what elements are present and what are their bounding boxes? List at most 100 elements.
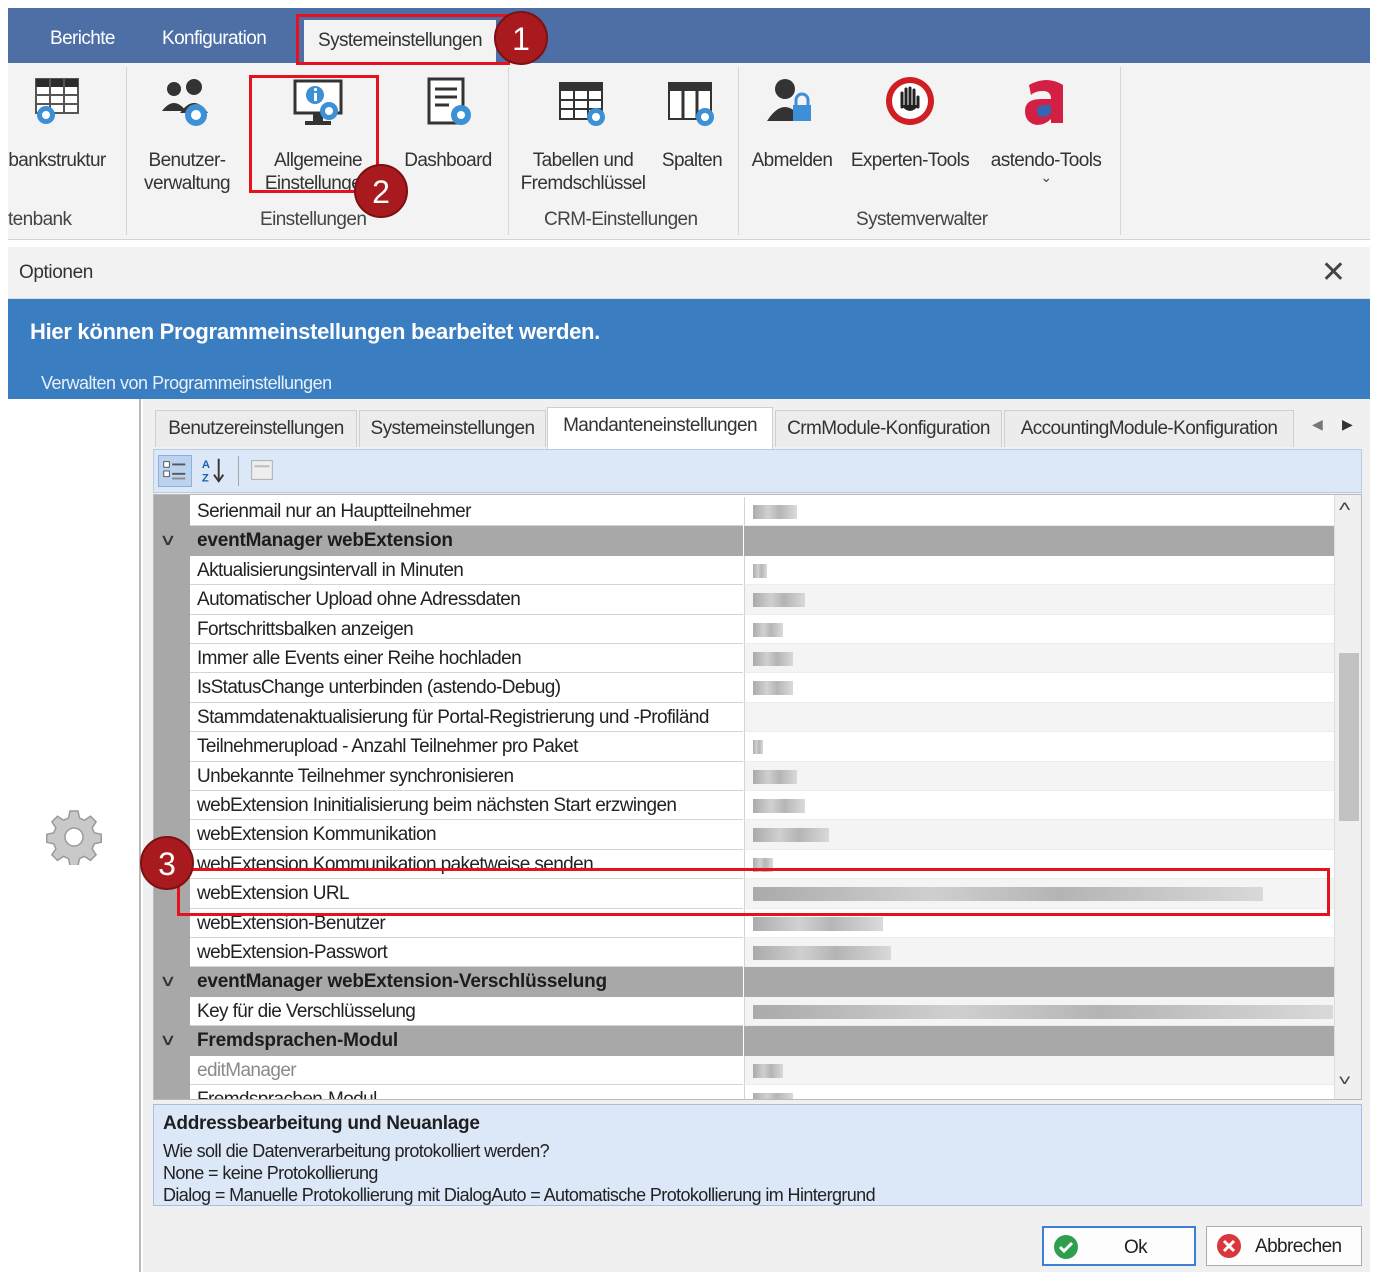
chevron-down-icon[interactable]: ∨ xyxy=(159,1030,177,1050)
property-name: webExtension-Passwort xyxy=(190,938,743,968)
cancel-button[interactable]: Abbrechen xyxy=(1206,1226,1362,1266)
property-name: Immer alle Events einer Reihe hochladen xyxy=(190,644,743,674)
property-value[interactable] xyxy=(744,732,1334,762)
tabellen-label-1: Tabellen und xyxy=(532,150,634,171)
group-separator xyxy=(1120,67,1121,235)
tabellen-label-2: Fremdschlüssel xyxy=(520,173,646,194)
chevron-down-icon[interactable]: ⌄ xyxy=(984,170,1108,184)
property-value[interactable] xyxy=(744,644,1334,674)
bankstruktur-button[interactable]: bankstruktur xyxy=(8,75,112,172)
property-value[interactable] xyxy=(744,1055,1334,1085)
category-row[interactable]: ∨ eventManager webExtension-Verschlüsselu… xyxy=(154,967,1334,997)
annotation-badge-3: 3 xyxy=(140,836,194,890)
property-value[interactable] xyxy=(744,791,1334,821)
tabellen-fremdschluessel-button[interactable]: Tabellen und Fremdschlüssel xyxy=(516,75,650,195)
description-line: Dialog = Manuelle Protokollierung mit Di… xyxy=(163,1185,876,1205)
property-value xyxy=(744,526,1334,556)
redacted-value xyxy=(753,1004,1333,1019)
tab-crmmodule-konfiguration[interactable]: CrmModule-Konfiguration xyxy=(775,410,1002,447)
scroll-thumb[interactable] xyxy=(1339,653,1359,821)
property-row[interactable]: Serienmail nur an Hauptteilnehmer xyxy=(154,497,1334,527)
property-value[interactable] xyxy=(744,673,1334,703)
tab-systemeinstellungen-dialog[interactable]: Systemeinstellungen xyxy=(359,410,546,447)
property-row[interactable]: IsStatusChange unterbinden (astendo-Debu… xyxy=(154,673,1334,703)
categorized-view-icon[interactable] xyxy=(158,455,192,487)
tab-konfiguration[interactable]: Konfiguration xyxy=(162,8,267,63)
spalten-button[interactable]: Spalten xyxy=(654,75,730,172)
property-value[interactable] xyxy=(744,996,1334,1027)
tab-berichte[interactable]: Berichte xyxy=(50,8,116,63)
property-row[interactable]: Fortschrittsbalken anzeigen xyxy=(154,614,1334,644)
property-grid: Serienmail nur an Hauptteilnehmer ∨ eventM… xyxy=(153,494,1362,1100)
tab-benutzereinstellungen[interactable]: Benutzereinstellungen xyxy=(155,410,357,447)
tab-mandanteneinstellungen[interactable]: Mandanteneinstellungen xyxy=(547,407,773,449)
user-lock-icon xyxy=(767,79,811,121)
database-structure-icon xyxy=(35,78,79,124)
astendo-logo-icon xyxy=(1025,80,1063,125)
property-value[interactable] xyxy=(744,585,1334,615)
property-name: Automatischer Upload ohne Adressdaten xyxy=(190,585,743,615)
property-row[interactable]: Aktualisierungsintervall in Minuten xyxy=(154,555,1334,586)
chevron-down-icon[interactable]: ∨ xyxy=(159,971,177,991)
property-row[interactable]: webExtension Ininitialisierung beim näch… xyxy=(154,791,1334,821)
annotation-badge-1: 1 xyxy=(494,11,548,65)
sort-alphabetical-icon[interactable]: A Z xyxy=(198,455,232,487)
category-label: eventManager webExtension xyxy=(190,526,743,556)
redacted-value xyxy=(753,1093,793,1099)
redacted-value xyxy=(753,505,797,519)
astendo-tools-button[interactable]: astendo-Tools ⌄ xyxy=(984,75,1108,184)
ok-button[interactable]: Ok xyxy=(1042,1226,1196,1266)
grid-scrollbar[interactable]: ˄ ˅ xyxy=(1334,495,1361,1099)
category-row[interactable]: ∨ Fremdsprachen-Modul xyxy=(154,1026,1334,1056)
ribbon-tab-bar: Berichte Konfiguration Systemeinstellung… xyxy=(8,8,1370,63)
tab-scroll-left-icon[interactable]: ◀ xyxy=(1312,416,1323,433)
dashboard-button[interactable]: Dashboard xyxy=(396,75,500,172)
benutzerverwaltung-label-2: verwaltung xyxy=(144,173,230,194)
property-value[interactable] xyxy=(744,555,1334,586)
property-row[interactable]: Fremdsprachen-Modul xyxy=(154,1085,1334,1099)
property-row[interactable]: webExtension-Passwort xyxy=(154,938,1334,968)
annotation-box-3 xyxy=(177,868,1330,916)
benutzerverwaltung-button[interactable]: Benutzer- verwaltung xyxy=(132,75,242,195)
property-row[interactable]: editManager xyxy=(154,1055,1334,1085)
property-row[interactable]: Automatischer Upload ohne Adressdaten xyxy=(154,585,1334,615)
scroll-down-icon[interactable]: ˅ xyxy=(1338,1073,1351,1091)
tab-scroll-right-icon[interactable]: ▶ xyxy=(1342,416,1353,433)
redacted-value xyxy=(753,916,883,931)
property-row[interactable]: Teilnehmerupload - Anzahl Teilnehmer pro… xyxy=(154,732,1334,762)
property-description: Addressbearbeitung und Neuanlage Wie sol… xyxy=(153,1104,1362,1206)
property-value[interactable] xyxy=(744,497,1334,527)
experten-tools-button[interactable]: Experten-Tools xyxy=(844,75,976,172)
cancel-x-icon xyxy=(1217,1234,1241,1258)
chevron-down-icon[interactable]: ∨ xyxy=(159,530,177,550)
category-label: Fremdsprachen-Modul xyxy=(190,1026,743,1056)
redacted-value xyxy=(753,681,793,696)
tab-accountingmodule-konfiguration[interactable]: AccountingModule-Konfiguration xyxy=(1004,410,1294,447)
property-value[interactable] xyxy=(744,938,1334,968)
property-row[interactable]: webExtension Kommunikation xyxy=(154,820,1334,850)
property-name: Fremdsprachen-Modul xyxy=(190,1085,743,1099)
property-name: Teilnehmerupload - Anzahl Teilnehmer pro… xyxy=(190,732,743,762)
columns-gear-icon xyxy=(668,82,714,126)
property-value[interactable] xyxy=(744,820,1334,850)
abmelden-button[interactable]: Abmelden xyxy=(746,75,838,172)
property-pages-icon[interactable] xyxy=(246,455,280,487)
property-value[interactable] xyxy=(744,761,1334,791)
property-row[interactable]: Stammdatenaktualisierung für Portal-Regi… xyxy=(154,702,1334,733)
property-value[interactable] xyxy=(744,702,1334,733)
spalten-label: Spalten xyxy=(661,150,723,171)
property-name: Stammdatenaktualisierung für Portal-Regi… xyxy=(190,702,743,733)
property-value[interactable] xyxy=(744,614,1334,644)
close-icon[interactable]: ✕ xyxy=(1321,255,1346,290)
property-name: webExtension Ininitialisierung beim näch… xyxy=(190,791,743,821)
property-row[interactable]: Key für die Verschlüsselung xyxy=(154,996,1334,1027)
property-row[interactable]: Immer alle Events einer Reihe hochladen xyxy=(154,644,1334,674)
redacted-value xyxy=(753,622,783,637)
scroll-up-icon[interactable]: ˄ xyxy=(1338,499,1351,517)
redacted-value xyxy=(753,593,805,608)
property-row[interactable]: Unbekannte Teilnehmer synchronisieren xyxy=(154,761,1334,791)
category-row[interactable]: ∨ eventManager webExtension xyxy=(154,526,1334,556)
property-value[interactable] xyxy=(744,1085,1334,1099)
svg-text:Z: Z xyxy=(202,472,209,484)
property-name: Key für die Verschlüsselung xyxy=(190,996,743,1027)
